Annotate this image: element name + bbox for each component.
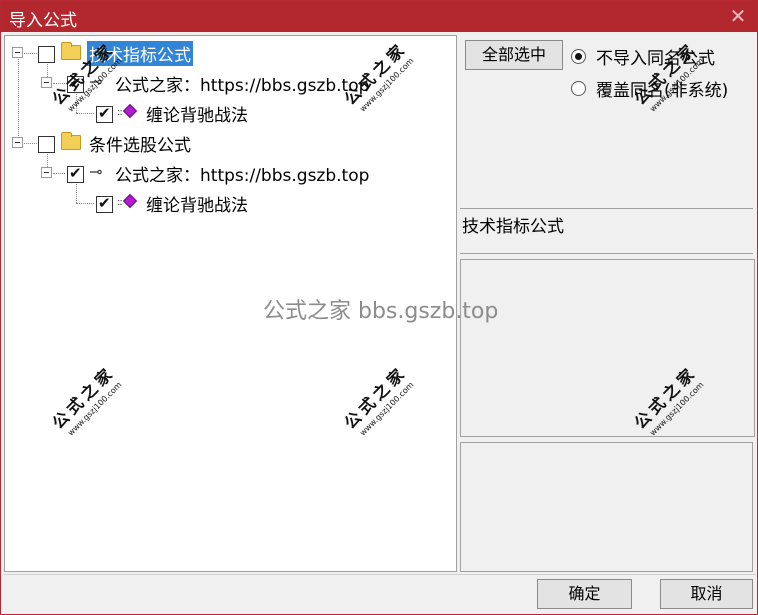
formula-checkbox[interactable]: [96, 104, 113, 123]
description-text: 技术指标公式: [462, 217, 564, 237]
radio-overwrite-label: 覆盖同名(非系统): [596, 81, 729, 101]
tree-formula-row[interactable]: :: 缠论背驰战法: [5, 190, 445, 216]
folder-icon: [61, 132, 81, 150]
description-box: 技术指标公式: [460, 208, 753, 254]
import-formula-dialog: 导入公式 ✕ 技术指标公式 ⊸ 公式之家：https://bbs.gszb.to…: [0, 0, 758, 615]
formula-gem-icon: ::: [117, 103, 138, 120]
close-icon[interactable]: ✕: [725, 3, 751, 29]
source-label[interactable]: 公式之家：https://bbs.gszb.top: [115, 161, 369, 186]
tree-group-row[interactable]: 技术指标公式: [5, 40, 445, 66]
radio-button[interactable]: [571, 49, 586, 64]
collapse-toggle-icon[interactable]: [41, 77, 52, 88]
source-checkbox[interactable]: [67, 74, 84, 93]
formula-label[interactable]: 缠论背驰战法: [146, 101, 248, 126]
group-label[interactable]: 条件选股公式: [89, 131, 191, 156]
cancel-button[interactable]: 取消: [660, 579, 753, 609]
collapse-toggle-icon[interactable]: [41, 167, 52, 178]
tree-source-row[interactable]: ⊸ 公式之家：https://bbs.gszb.top: [5, 160, 445, 186]
formula-gem-icon: ::: [117, 193, 138, 210]
info-panel-lower: [460, 442, 753, 572]
tree-formula-row[interactable]: :: 缠论背驰战法: [5, 100, 445, 126]
info-panel-upper: [460, 259, 755, 437]
tree-source-row[interactable]: ⊸ 公式之家：https://bbs.gszb.top: [5, 70, 445, 96]
tree-group-row[interactable]: 条件选股公式: [5, 130, 445, 156]
radio-overwrite-duplicates[interactable]: 覆盖同名(非系统): [571, 76, 728, 101]
group-label[interactable]: 技术指标公式: [87, 41, 193, 66]
select-all-button[interactable]: 全部选中: [465, 40, 563, 70]
divider: [4, 574, 756, 575]
watermark-text: 公式之家 bbs.gszb.top: [263, 299, 499, 324]
title-bar[interactable]: 导入公式 ✕: [1, 1, 757, 32]
collapse-toggle-icon[interactable]: [12, 47, 23, 58]
source-checkbox[interactable]: [67, 164, 84, 183]
group-checkbox[interactable]: [38, 136, 55, 153]
radio-skip-duplicates[interactable]: 不导入同名公式: [571, 44, 715, 69]
radio-skip-label: 不导入同名公式: [596, 49, 715, 69]
formula-label[interactable]: 缠论背驰战法: [146, 191, 248, 216]
folder-icon: [61, 42, 81, 60]
source-label[interactable]: 公式之家：https://bbs.gszb.top: [115, 71, 369, 96]
radio-button[interactable]: [571, 81, 586, 96]
formula-checkbox[interactable]: [96, 194, 113, 213]
collapse-toggle-icon[interactable]: [12, 137, 23, 148]
key-icon: ⊸: [89, 162, 103, 181]
window-title: 导入公式: [9, 11, 77, 31]
key-icon: ⊸: [89, 72, 103, 91]
ok-button[interactable]: 确定: [537, 579, 632, 609]
group-checkbox[interactable]: [38, 46, 55, 63]
